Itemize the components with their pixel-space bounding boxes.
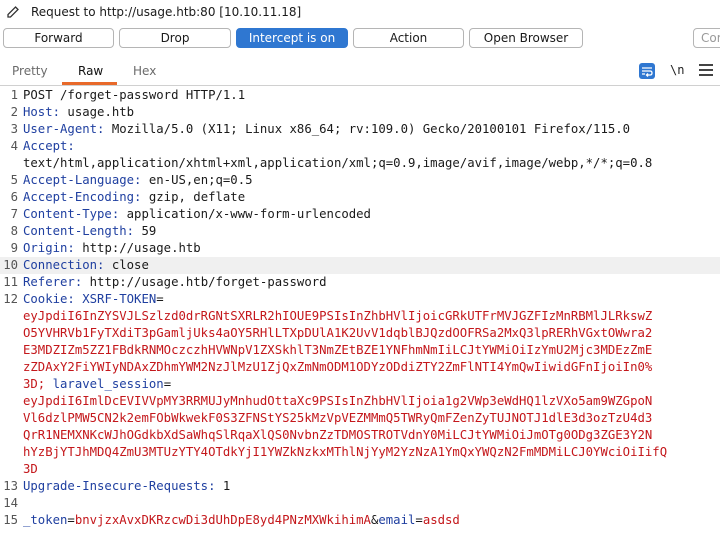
active-tab-indicator: [62, 82, 117, 85]
line-number: 11: [3, 275, 18, 289]
cookie-value: eyJpdiI6InZYSVJLSzlzd0drRGNtSXRLR2hIOUE9…: [23, 309, 653, 323]
header-name: User-Agent:: [23, 122, 105, 136]
body-param-value: asdsd: [422, 513, 460, 527]
header-name: Host:: [23, 105, 61, 119]
header-name: Accept-Language:: [23, 173, 142, 187]
cookie-name: XSRF-TOKEN: [74, 292, 157, 306]
title-bar: Request to http://usage.htb:80 [10.10.11…: [0, 0, 720, 24]
tab-hex[interactable]: Hex: [133, 64, 156, 78]
cookie-value: zZDAxY2FiYWIyNDAxZDhmYWM2NzJlMzU1ZjQxZmN…: [23, 360, 653, 374]
line-number: 3: [10, 122, 18, 136]
cookie-value: Vl6dzlPMW5CN2k2emFObWkwekF0S3ZFNStYS25kM…: [23, 411, 653, 425]
line-number: 14: [3, 496, 18, 510]
header-name: Accept:: [23, 139, 75, 153]
body-param-name: email: [378, 513, 416, 527]
window-title: Request to http://usage.htb:80 [10.10.11…: [31, 5, 302, 19]
header-value: close: [104, 258, 149, 272]
line-number: 12: [3, 292, 18, 306]
cookie-value: QrR1NEMXNKcWJhOGdkbXdSaWhqSlRqaXlQS0Nvbn…: [23, 428, 653, 442]
header-value: 1: [215, 479, 231, 493]
request-line: POST /forget-password HTTP/1.1: [23, 88, 246, 102]
newline-icon[interactable]: \n: [670, 63, 684, 77]
forward-button[interactable]: Forward: [3, 28, 114, 48]
cookie-value: hYzBjYTJhMDQ4ZmU3MTUzYTY4OTdkYjI1YWZkNzk…: [23, 445, 668, 459]
line-number: 9: [10, 241, 18, 255]
header-value: usage.htb: [60, 105, 135, 119]
body-equals: =: [67, 513, 75, 527]
pencil-icon: [7, 6, 19, 18]
word-wrap-icon[interactable]: [639, 63, 655, 79]
header-name: Cookie:: [23, 292, 75, 306]
header-value: 59: [134, 224, 157, 238]
cookie-name: laravel_session: [45, 377, 164, 391]
header-name: Upgrade-Insecure-Requests:: [23, 479, 216, 493]
cookie-value: 3D: [23, 462, 38, 476]
header-value: en-US,en;q=0.5: [141, 173, 253, 187]
menu-icon[interactable]: [699, 64, 713, 76]
header-name: Content-Type:: [23, 207, 120, 221]
header-value: http://usage.htb: [74, 241, 201, 255]
line-number: 8: [10, 224, 18, 238]
cookie-value: O5YVHRVb1FyTXdiT3pGamljUks4aOY5RHlLTXpDU…: [23, 326, 653, 340]
message-view-tabs: Pretty Raw Hex: [0, 60, 720, 86]
header-name: Content-Length:: [23, 224, 135, 238]
action-button[interactable]: Action: [353, 28, 464, 48]
line-number: 7: [10, 207, 18, 221]
header-value: text/html,application/xhtml+xml,applicat…: [23, 156, 653, 170]
header-value: application/x-www-form-urlencoded: [119, 207, 371, 221]
line-number: 5: [10, 173, 18, 187]
cookie-value: 3D;: [23, 377, 46, 391]
header-name: Connection:: [23, 258, 105, 272]
line-number: 6: [10, 190, 18, 204]
line-number: 15: [3, 513, 18, 527]
tab-raw[interactable]: Raw: [78, 64, 103, 78]
header-name: Accept-Encoding:: [23, 190, 142, 204]
line-number: 1: [10, 88, 18, 102]
header-value: http://usage.htb/forget-password: [82, 275, 327, 289]
request-editor[interactable]: 1 POST /forget-password HTTP/1.1 2 Host: u…: [0, 87, 720, 535]
header-value: Mozilla/5.0 (X11; Linux x86_64; rv:109.0…: [104, 122, 631, 136]
header-name: Referer:: [23, 275, 83, 289]
open-browser-button[interactable]: Open Browser: [469, 28, 583, 48]
body-param-name: _token: [23, 513, 68, 527]
body-param-value: bnvjzxAvxDKRzcwDi3dUhDpE8yd4PNzMXWkihimA: [74, 513, 371, 527]
comment-input[interactable]: Cor: [693, 28, 720, 48]
body-equals: =: [415, 513, 423, 527]
drop-button[interactable]: Drop: [119, 28, 231, 48]
cookie-value: eyJpdiI6ImlDcEVIVVpMY3RRMUJyMnhudOttaXc9…: [23, 394, 653, 408]
header-name: Origin:: [23, 241, 75, 255]
line-number: 13: [3, 479, 18, 493]
header-value: gzip, deflate: [141, 190, 246, 204]
line-number: 10: [3, 258, 18, 272]
line-number: 4: [10, 139, 18, 153]
line-number: 2: [10, 105, 18, 119]
toolbar: Forward Drop Intercept is on Action Open…: [0, 28, 720, 50]
intercept-toggle-button[interactable]: Intercept is on: [236, 28, 348, 48]
cookie-value: E3MDZIZm5ZZ1FBdkRNMOczczhHVWNpV1ZXSkhlT3…: [23, 343, 653, 357]
tab-pretty[interactable]: Pretty: [12, 64, 48, 78]
